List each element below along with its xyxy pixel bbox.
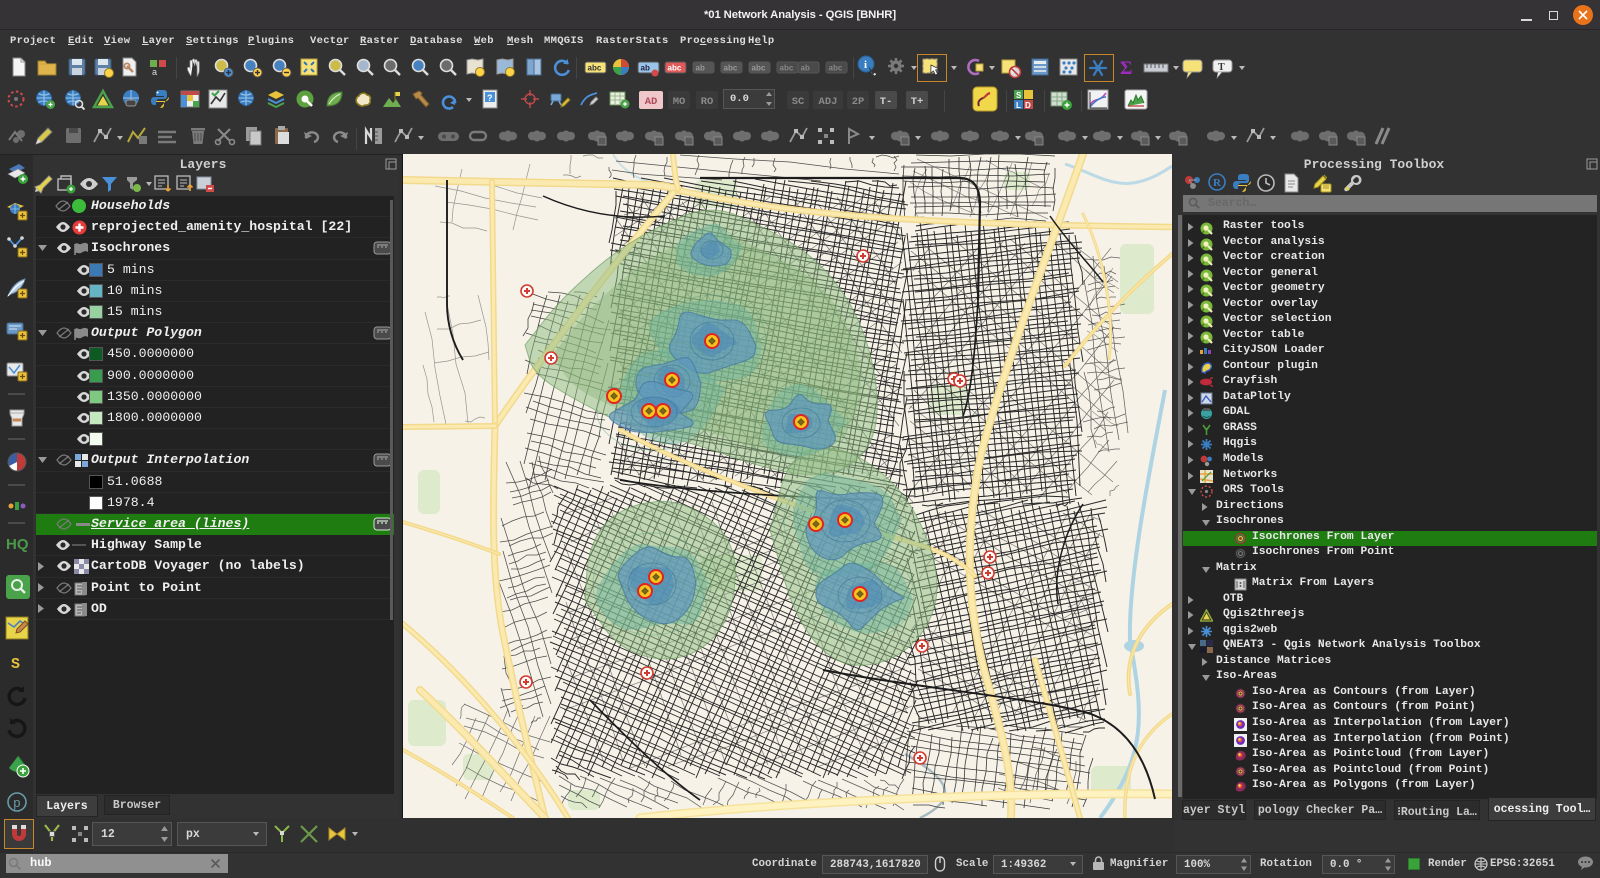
svg-text:ab: ab bbox=[641, 64, 650, 73]
svg-text:T: T bbox=[1218, 62, 1225, 73]
svg-text:abc: abc bbox=[829, 64, 843, 73]
svg-text:HQ: HQ bbox=[6, 536, 29, 553]
svg-text:abc: abc bbox=[724, 64, 738, 73]
svg-text:2P: 2P bbox=[852, 96, 865, 108]
svg-text:S: S bbox=[1016, 91, 1022, 100]
svg-text:SC: SC bbox=[792, 96, 805, 108]
svg-text:R: R bbox=[1213, 177, 1222, 189]
svg-text:a: a bbox=[152, 67, 157, 77]
svg-text:Σ: Σ bbox=[1120, 58, 1132, 79]
svg-text:AD: AD bbox=[645, 96, 658, 108]
svg-text:T+: T+ bbox=[911, 96, 924, 108]
svg-text:MO: MO bbox=[673, 96, 686, 108]
svg-text:ab: ab bbox=[801, 64, 810, 73]
svg-text:S: S bbox=[11, 656, 20, 673]
svg-text:ADJ: ADJ bbox=[819, 96, 838, 108]
svg-text:p: p bbox=[13, 796, 21, 811]
svg-text:ab: ab bbox=[696, 64, 705, 73]
svg-text:i: i bbox=[864, 59, 867, 71]
svg-text:?: ? bbox=[487, 93, 493, 103]
svg-text:D: D bbox=[1025, 101, 1031, 110]
svg-text:T-: T- bbox=[880, 96, 893, 108]
svg-text:L: L bbox=[1016, 101, 1021, 110]
svg-text:abc: abc bbox=[588, 64, 602, 73]
svg-text:RO: RO bbox=[701, 96, 714, 108]
svg-text:abc: abc bbox=[668, 64, 682, 73]
svg-text:abc: abc bbox=[780, 64, 794, 73]
svg-text:abc: abc bbox=[752, 64, 766, 73]
